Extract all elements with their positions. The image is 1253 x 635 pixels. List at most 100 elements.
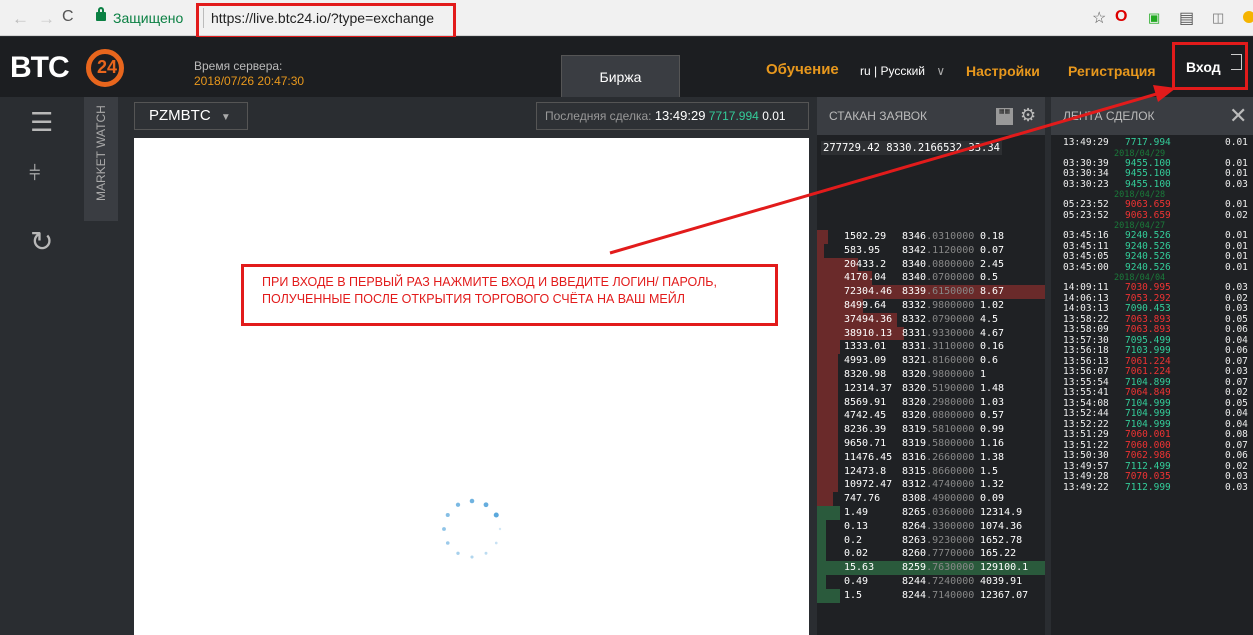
order-book-title: СТАКАН ЗАЯВОК bbox=[829, 109, 928, 123]
trade-row: 13:49:22 7112.999 0.03 bbox=[1051, 481, 1253, 494]
order-volume: 1.32 bbox=[980, 479, 1005, 491]
depth-bar bbox=[817, 354, 838, 368]
order-book-row[interactable]: 4170.04 8340.0700000 0.5 bbox=[817, 271, 1045, 286]
order-amount: 1502.29 bbox=[844, 231, 887, 242]
order-book-row[interactable]: 583.95 8342.1120000 0.07 bbox=[817, 243, 1045, 258]
order-amount: 8236.39 bbox=[844, 424, 887, 436]
star-icon[interactable]: ☆ bbox=[1092, 8, 1106, 28]
order-book-row[interactable]: 1333.01 8331.3110000 0.16 bbox=[817, 340, 1045, 355]
order-book-row[interactable]: 747.76 8308.4900000 0.09 bbox=[817, 492, 1045, 506]
language-select[interactable]: ru | Русский ∨ bbox=[860, 64, 945, 78]
trade-row: 05:23:52 9063.659 0.01 bbox=[1051, 199, 1253, 211]
login-button[interactable]: Вход bbox=[1186, 59, 1221, 75]
server-time: 2018/07/26 20:47:30 bbox=[194, 74, 305, 88]
order-book-row[interactable]: 1502.29 8346.0310000 0.18 bbox=[817, 230, 1045, 244]
order-book-row[interactable]: 1.49 8265.0360000 12314.9 bbox=[817, 505, 1045, 520]
refresh-icon[interactable]: ↻ bbox=[30, 225, 53, 258]
extension-icon[interactable]: ◫ bbox=[1212, 10, 1224, 26]
trade-qty: 0.06 bbox=[1225, 450, 1248, 461]
trades-header: ЛЕНТА СДЕЛОК ✕ bbox=[1051, 97, 1253, 135]
grid-icon[interactable]: ▦▦ bbox=[996, 108, 1013, 125]
order-book-row[interactable]: 0.13 8264.3300000 1074.36 bbox=[817, 519, 1045, 534]
depth-bar bbox=[817, 574, 826, 589]
order-book-row[interactable]: 1.5 8244.7140000 12367.07 bbox=[817, 588, 1045, 603]
order-amount: 12473.8 bbox=[844, 465, 887, 477]
order-amount: 37494.36 bbox=[844, 313, 893, 325]
order-price: 8340.0700000 bbox=[902, 272, 975, 284]
order-book-row[interactable]: 12314.37 8320.5190000 1.48 bbox=[817, 381, 1045, 396]
order-volume: 1.16 bbox=[980, 437, 1005, 449]
trade-qty: 0.01 bbox=[1225, 251, 1248, 262]
nav-learning[interactable]: Обучение bbox=[766, 61, 839, 78]
briefcase-icon[interactable]: ▤ bbox=[1179, 8, 1194, 28]
order-book-row[interactable]: 10972.47 8312.4740000 1.32 bbox=[817, 478, 1045, 493]
order-amount: 8320.98 bbox=[844, 368, 887, 380]
order-amount: 38910.13 bbox=[844, 327, 893, 339]
trade-price: 9240.526 bbox=[1125, 261, 1171, 273]
close-icon[interactable]: ✕ bbox=[1229, 97, 1247, 135]
trade-qty: 0.02 bbox=[1225, 209, 1248, 221]
logout-icon[interactable] bbox=[1231, 54, 1242, 70]
back-button[interactable]: ← bbox=[12, 9, 29, 29]
order-volume: 1.48 bbox=[980, 382, 1005, 394]
trade-row: 14:09:11 7030.995 0.03 bbox=[1051, 282, 1253, 294]
order-book-row[interactable]: 8236.39 8319.5810000 0.99 bbox=[817, 423, 1045, 437]
trade-time: 13:49:22 bbox=[1063, 481, 1109, 493]
trade-price: 9455.100 bbox=[1125, 178, 1171, 190]
order-book-row[interactable]: 4742.45 8320.0800000 0.57 bbox=[817, 409, 1045, 424]
nav-register[interactable]: Регистрация bbox=[1068, 63, 1156, 79]
order-book-row[interactable]: 4993.09 8321.8160000 0.6 bbox=[817, 354, 1045, 368]
market-watch-tab[interactable]: MARKET WATCH bbox=[84, 97, 118, 221]
order-book-row[interactable]: 11476.45 8316.2660000 1.38 bbox=[817, 450, 1045, 465]
forward-button[interactable]: → bbox=[38, 9, 55, 29]
tab-exchange[interactable]: Биржа bbox=[561, 55, 680, 97]
order-book-row[interactable]: 37494.36 8332.0790000 4.5 bbox=[817, 312, 1045, 327]
logo-icon[interactable]: 24 bbox=[86, 49, 124, 87]
pair-select[interactable]: PZMBTC ▼ bbox=[134, 102, 248, 130]
opera-icon[interactable]: O bbox=[1115, 8, 1127, 26]
order-book-row[interactable]: 15.63 8259.7630000 129100.1 bbox=[817, 561, 1045, 575]
order-volume: 4.67 bbox=[980, 327, 1005, 339]
nav-settings[interactable]: Настройки bbox=[966, 63, 1040, 79]
order-book-row[interactable]: 0.2 8263.9230000 1652.78 bbox=[817, 533, 1045, 548]
order-book-row[interactable]: 8320.98 8320.9800000 1 bbox=[817, 367, 1045, 382]
order-book-row[interactable]: 72304.46 8339.6150000 8.67 bbox=[817, 285, 1045, 299]
trade-price: 9063.659 bbox=[1125, 209, 1171, 221]
order-price: 8339.6150000 bbox=[902, 286, 975, 298]
order-amount: 10972.47 bbox=[844, 479, 893, 491]
trade-row: 13:56:07 7061.224 0.03 bbox=[1051, 366, 1253, 378]
sliders-icon[interactable]: ⫩ bbox=[29, 163, 40, 186]
order-amount: 0.02 bbox=[844, 548, 869, 560]
depth-bar bbox=[817, 367, 838, 382]
order-book-row[interactable]: 20433.2 8340.0800000 2.45 bbox=[817, 257, 1045, 272]
reload-button[interactable]: C bbox=[62, 8, 74, 26]
translate-icon[interactable]: ▣ bbox=[1148, 10, 1160, 26]
menu-icon[interactable]: ☰ bbox=[30, 107, 53, 138]
order-price: 8264.3300000 bbox=[902, 520, 975, 532]
order-amount: 1.5 bbox=[844, 589, 863, 601]
order-price: 8263.9230000 bbox=[902, 534, 975, 546]
logo-text[interactable]: BTC bbox=[10, 51, 70, 85]
gear-icon[interactable]: ⚙ bbox=[1020, 106, 1036, 124]
order-book-rows: 1502.29 8346.0310000 0.18 583.95 8342.112000… bbox=[817, 230, 1045, 603]
market-watch-label: MARKET WATCH bbox=[94, 105, 108, 201]
order-book-row[interactable]: 8499.64 8332.9800000 1.02 bbox=[817, 298, 1045, 313]
trade-time: 03:30:34 bbox=[1063, 168, 1109, 179]
last-trade-label: Последняя сделка: bbox=[545, 109, 652, 123]
order-book-row[interactable]: 0.49 8244.7240000 4039.91 bbox=[817, 574, 1045, 589]
trade-qty: 0.01 bbox=[1225, 168, 1248, 179]
order-book-row[interactable]: 0.02 8260.7770000 165.22 bbox=[817, 547, 1045, 562]
order-book-row[interactable]: 12473.8 8315.8660000 1.5 bbox=[817, 464, 1045, 479]
depth-bar bbox=[817, 409, 838, 424]
trade-time: 13:58:09 bbox=[1063, 324, 1109, 335]
order-book-row[interactable]: 8569.91 8320.2980000 1.03 bbox=[817, 395, 1045, 410]
order-book-row[interactable]: 9650.71 8319.5800000 1.16 bbox=[817, 436, 1045, 451]
order-book-row[interactable]: 38910.13 8331.9330000 4.67 bbox=[817, 326, 1045, 341]
order-volume: 165.22 bbox=[980, 548, 1017, 560]
order-amount: 15.63 bbox=[844, 562, 875, 574]
trade-price: 7062.986 bbox=[1125, 450, 1171, 461]
depth-bar bbox=[817, 381, 838, 396]
order-volume: 0.57 bbox=[980, 410, 1005, 422]
depth-bar bbox=[817, 436, 838, 451]
profile-icon[interactable] bbox=[1243, 11, 1253, 23]
